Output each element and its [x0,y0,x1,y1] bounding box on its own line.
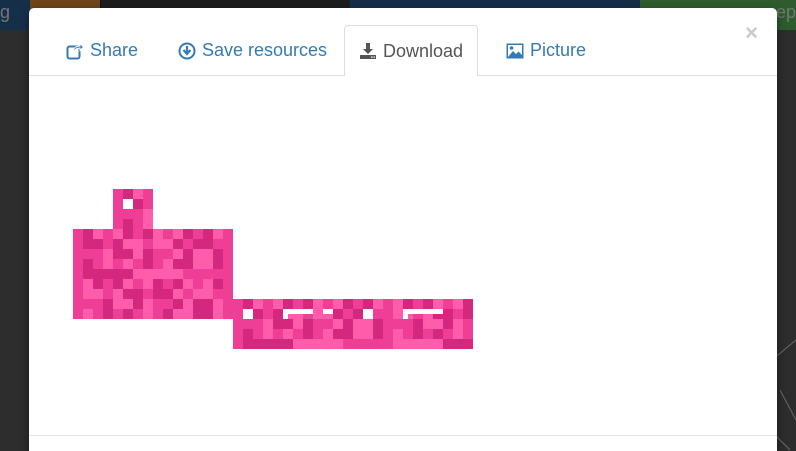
resources-modal: Share Save resources Download Picture × [29,8,777,451]
download-tray-icon [359,42,377,60]
tab-share[interactable]: Share [52,25,152,76]
picture-icon [506,43,524,59]
tab-download[interactable]: Download [344,25,479,77]
share-square-icon [66,41,84,60]
modal-footer-divider [29,435,777,436]
app-stage: g epp Share [0,0,796,451]
close-button[interactable]: × [745,22,758,44]
modal-tab-bar: Share Save resources Download Picture [29,25,777,77]
tab-picture[interactable]: Picture [492,25,600,76]
tab-picture-label: Picture [530,40,587,60]
download-circle-icon [178,42,196,60]
tab-share-label: Share [90,40,139,60]
tab-download-label: Download [383,40,464,61]
sprite-preview-image [73,189,473,349]
tab-save-resources-label: Save resources [202,40,328,60]
tab-save-resources[interactable]: Save resources [164,25,341,76]
